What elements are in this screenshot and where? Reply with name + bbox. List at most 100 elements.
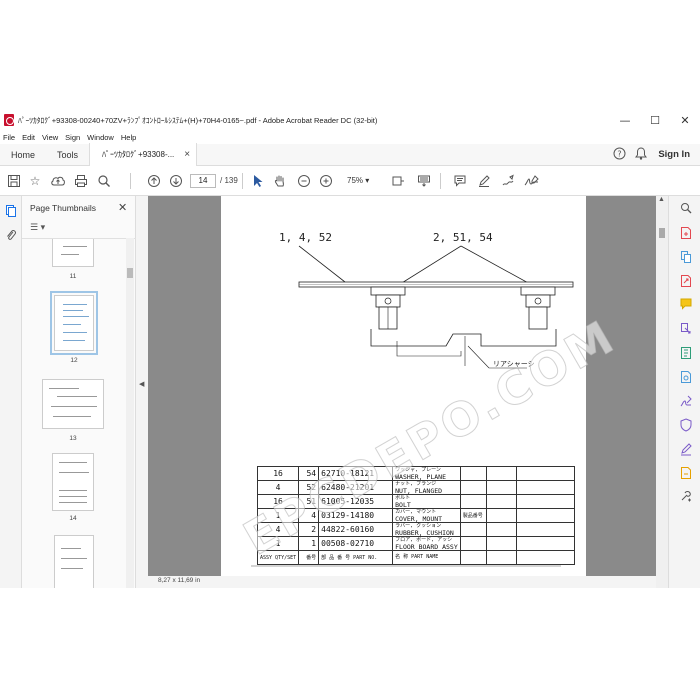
qty-cell: 1 bbox=[256, 508, 300, 523]
page-thumbnails-icon[interactable] bbox=[4, 204, 18, 218]
zoom-level-select[interactable]: 75% ▾ bbox=[340, 174, 378, 188]
thumbnail-scroll-handle[interactable] bbox=[127, 268, 133, 278]
right-tools-rail bbox=[668, 196, 700, 588]
upload-cloud-icon[interactable] bbox=[50, 174, 66, 188]
document-scroll-handle[interactable] bbox=[659, 228, 665, 238]
ref-cell: 1 bbox=[298, 536, 320, 551]
scroll-up-icon[interactable]: ▲ bbox=[658, 196, 665, 203]
panel-title: Page Thumbnails bbox=[30, 203, 96, 213]
close-panel-icon[interactable]: ✕ bbox=[118, 201, 127, 214]
help-icon[interactable]: ? bbox=[608, 147, 630, 163]
tab-tools[interactable]: Tools bbox=[46, 144, 89, 166]
print-icon[interactable] bbox=[73, 174, 89, 188]
qty-cell: 4 bbox=[256, 480, 300, 495]
search-icon[interactable] bbox=[96, 174, 112, 188]
next-page-icon[interactable] bbox=[168, 174, 184, 188]
thumbnail-scrollbar[interactable] bbox=[126, 238, 134, 588]
thumbnail-options-menu[interactable]: ☰ ▾ bbox=[30, 222, 45, 233]
qty-cell: 16 bbox=[256, 494, 300, 509]
thumbnail-label: 11 bbox=[69, 273, 77, 280]
more-tools-icon[interactable] bbox=[679, 490, 693, 504]
thumbnail-page-12[interactable] bbox=[50, 291, 98, 355]
collapse-panel-arrow-icon[interactable]: ◀ bbox=[139, 380, 144, 388]
ref-header: 番号 bbox=[298, 550, 320, 565]
close-tab-icon[interactable]: × bbox=[184, 149, 190, 160]
remark-cell bbox=[459, 536, 487, 551]
send-for-review-icon[interactable] bbox=[679, 466, 693, 480]
organize-pages-icon[interactable] bbox=[679, 322, 693, 336]
sign-icon[interactable] bbox=[524, 174, 540, 188]
highlight-pen-icon[interactable] bbox=[476, 174, 492, 188]
document-view[interactable]: 1, 4, 52 2, 51, 54 リアシャーシ 16 54 62710-18… bbox=[148, 196, 656, 576]
zoom-out-icon[interactable] bbox=[296, 174, 312, 188]
scan-ocr-icon[interactable] bbox=[679, 370, 693, 384]
previous-page-icon[interactable] bbox=[146, 174, 162, 188]
minimize-button[interactable]: — bbox=[610, 114, 640, 127]
export-pdf-icon[interactable] bbox=[679, 274, 693, 288]
menu-sign[interactable]: Sign bbox=[65, 133, 80, 142]
part-name-cell: ボルト BOLT bbox=[392, 494, 461, 509]
remark-cell bbox=[459, 494, 487, 509]
save-icon[interactable] bbox=[6, 174, 22, 188]
draw-freehand-icon[interactable] bbox=[500, 174, 516, 188]
part-name-cell: カバー, マウント COVER, MOUNT bbox=[392, 508, 461, 523]
document-scrollbar[interactable]: ▲ bbox=[656, 196, 668, 588]
table-row: 1 4 03129-14180 カバー, マウント COVER, MOUNT 製品… bbox=[256, 508, 575, 523]
select-cursor-icon[interactable] bbox=[250, 174, 266, 188]
protect-shield-icon[interactable] bbox=[679, 418, 693, 432]
part-no-cell: 62480-21201 bbox=[318, 480, 394, 495]
search-tool-icon[interactable] bbox=[679, 202, 693, 216]
thumbnail-label: 14 bbox=[69, 515, 77, 522]
acrobat-window: ﾊﾟｰﾂｶﾀﾛｸﾞ+93308-00240+70ZV+ﾗﾝﾌﾟｵｺﾝﾄﾛｰﾙｼｽ… bbox=[0, 110, 700, 588]
menu-window[interactable]: Window bbox=[87, 133, 114, 142]
menu-edit[interactable]: Edit bbox=[22, 133, 35, 142]
close-window-button[interactable]: ✕ bbox=[670, 114, 700, 127]
part-no-cell: 61005-12035 bbox=[318, 494, 394, 509]
comment-tool-icon[interactable] bbox=[679, 298, 693, 312]
edit-pdf-icon[interactable] bbox=[679, 346, 693, 360]
zoom-level-value: 75% bbox=[347, 176, 364, 185]
part-no-cell: 44822-60160 bbox=[318, 522, 394, 537]
combine-files-icon[interactable] bbox=[679, 250, 693, 264]
maximize-button[interactable]: ☐ bbox=[640, 114, 670, 127]
left-navigation-rail bbox=[0, 196, 22, 588]
notifications-icon[interactable] bbox=[630, 146, 652, 163]
thumbnail-page-13[interactable] bbox=[42, 379, 104, 429]
thumbnail-page-15[interactable] bbox=[54, 535, 94, 588]
part-name-header: 名 称 PART NAME bbox=[392, 550, 461, 565]
callout-left: 1, 4, 52 bbox=[279, 231, 332, 244]
qty-cell: 1 bbox=[256, 536, 300, 551]
menu-view[interactable]: View bbox=[42, 133, 58, 142]
thumbnail-page-14[interactable] bbox=[52, 453, 94, 511]
callout-right: 2, 51, 54 bbox=[433, 231, 493, 244]
page-number-input[interactable]: 14 bbox=[190, 174, 216, 188]
window-title: ﾊﾟｰﾂｶﾀﾛｸﾞ+93308-00240+70ZV+ﾗﾝﾌﾟｵｺﾝﾄﾛｰﾙｼｽ… bbox=[18, 115, 378, 125]
tab-document[interactable]: ﾊﾟｰﾂｶﾀﾛｸﾞ+93308-... × bbox=[89, 143, 198, 166]
table-row: 16 51 61005-12035 ボルト BOLT bbox=[256, 494, 575, 509]
fit-page-icon[interactable] bbox=[390, 174, 406, 188]
ref-cell: 2 bbox=[298, 522, 320, 537]
part-no-cell: 62710-18121 bbox=[318, 466, 394, 481]
request-signature-icon[interactable] bbox=[679, 442, 693, 456]
table-header-row: ASSY QTY/SET 番号 部 品 番 号 PART NO. 名 称 PAR… bbox=[256, 550, 575, 565]
keyboard-scroll-icon[interactable] bbox=[416, 174, 432, 188]
sign-in-button[interactable]: Sign In bbox=[652, 149, 700, 160]
part-name-cell: ナット, フランジ NUT, FLANGED bbox=[392, 480, 461, 495]
bookmark-star-icon[interactable]: ☆ bbox=[27, 174, 43, 188]
tab-home[interactable]: Home bbox=[0, 144, 46, 166]
attachments-paperclip-icon[interactable] bbox=[4, 228, 18, 242]
chevron-down-icon: ▾ bbox=[365, 176, 370, 185]
table-row: 16 54 62710-18121 ワッシャ, プレーン WASHER, PLAN… bbox=[256, 466, 575, 481]
remark-cell: 製品番号 bbox=[459, 508, 487, 523]
table-row: 1 1 00508-02710 フロア, ボード, アッシ FLOOR BOARD… bbox=[256, 536, 575, 551]
menu-help[interactable]: Help bbox=[121, 133, 136, 142]
thumbnail-list[interactable]: 11 12 13 14 bbox=[22, 238, 136, 588]
zoom-in-icon[interactable] bbox=[318, 174, 334, 188]
fill-sign-icon[interactable] bbox=[679, 394, 693, 408]
hand-tool-icon[interactable] bbox=[272, 174, 288, 188]
menu-file[interactable]: File bbox=[3, 133, 15, 142]
page-total: / 139 bbox=[220, 176, 238, 185]
comment-icon[interactable] bbox=[452, 174, 468, 188]
thumbnail-page-11[interactable] bbox=[52, 239, 94, 267]
create-pdf-icon[interactable] bbox=[679, 226, 693, 240]
